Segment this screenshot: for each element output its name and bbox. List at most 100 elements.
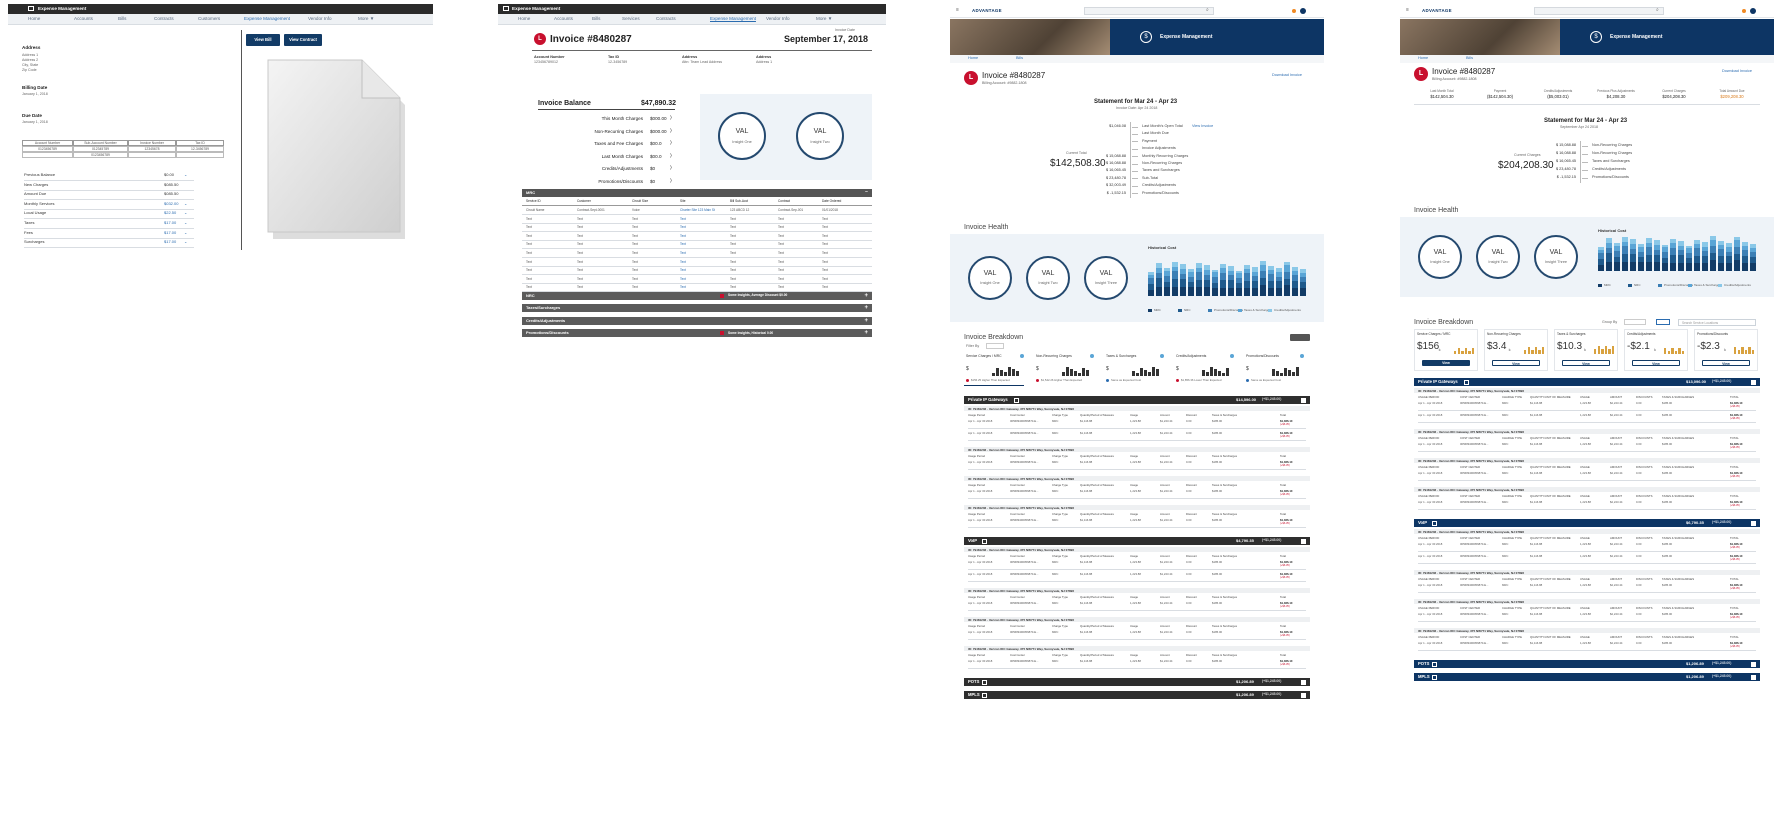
mrc-section-header[interactable]: MRC − <box>522 189 872 197</box>
line-item-cell: 1,223.88 <box>1130 489 1141 493</box>
group-toggle-icon[interactable] <box>982 692 988 698</box>
expand-plus-icon[interactable]: + <box>864 293 868 299</box>
kpi-view-button[interactable]: View <box>1632 360 1680 366</box>
group-by-select[interactable] <box>1624 319 1646 325</box>
nav-item[interactable]: Customers <box>198 16 220 21</box>
group-menu-icon[interactable] <box>1751 520 1756 526</box>
info-icon[interactable] <box>1090 354 1094 358</box>
menu-icon[interactable]: ≡ <box>1406 8 1409 13</box>
group-toggle-icon[interactable] <box>1432 520 1438 526</box>
expand-icon[interactable]: ⟩ <box>670 153 672 159</box>
info-icon[interactable] <box>1020 354 1024 358</box>
nav-item[interactable]: Bills <box>592 16 600 21</box>
nav-item[interactable]: More ▼ <box>358 16 374 21</box>
tab-bills[interactable]: Bills <box>1016 56 1023 61</box>
nav-item[interactable]: Accounts <box>554 16 573 21</box>
kpi-view-button[interactable]: View <box>1492 360 1540 366</box>
collapsed-section[interactable]: Credits/Adjustments + <box>522 316 872 325</box>
search-icon[interactable]: ⌕ <box>1206 8 1209 13</box>
kpi-view-button[interactable]: View <box>1702 360 1750 366</box>
tab-bills[interactable]: Bills <box>1466 56 1473 61</box>
collapsed-section[interactable]: Taxes/Surcharges + <box>522 304 872 313</box>
expand-icon[interactable]: ⟩ <box>670 116 672 121</box>
expand-icon[interactable]: ⟩ <box>670 166 672 171</box>
notification-icon[interactable] <box>1292 9 1296 13</box>
group-toggle-icon[interactable] <box>1432 674 1438 680</box>
column-header: TOTAL <box>1730 635 1739 639</box>
group-menu-icon[interactable] <box>1751 661 1756 667</box>
nav-item[interactable]: Expense Management <box>710 16 756 21</box>
view-contract-button[interactable]: View Contract <box>284 34 322 46</box>
nav-item[interactable]: Accounts <box>74 16 93 21</box>
search-bar[interactable] <box>1084 7 1214 15</box>
expand-plus-icon[interactable]: + <box>864 330 868 336</box>
group-menu-icon[interactable] <box>1301 692 1306 698</box>
nav-item[interactable]: Home <box>518 16 530 21</box>
column-header: Taxes & Surcharges <box>1212 595 1238 599</box>
user-avatar[interactable] <box>1750 8 1756 14</box>
filter-select[interactable] <box>986 343 1004 349</box>
filter-icon[interactable] <box>1656 319 1670 325</box>
search-field[interactable]: Search Service Locations <box>1678 319 1756 326</box>
group-menu-icon[interactable] <box>1301 397 1306 403</box>
collapse-icon[interactable]: − <box>865 190 868 195</box>
chevron-down-icon[interactable]: ⌄ <box>184 240 187 244</box>
collapsed-section[interactable]: NRC Some Insights, Average Discount $0.00… <box>522 292 872 300</box>
view-toggle[interactable] <box>1290 334 1310 341</box>
service-group-header[interactable]: VoIP $6,790.35 (+$1,245.00) <box>1414 519 1760 527</box>
info-icon[interactable] <box>1230 354 1234 358</box>
group-menu-icon[interactable] <box>1301 538 1306 544</box>
group-toggle-icon[interactable] <box>1463 379 1469 385</box>
chevron-down-icon[interactable]: ⌄ <box>184 201 187 206</box>
info-icon[interactable] <box>1300 354 1304 358</box>
nav-item[interactable]: Contracts <box>656 16 676 21</box>
group-toggle-icon[interactable] <box>1432 661 1438 667</box>
view-invoice-link[interactable]: View Invoice <box>1192 124 1213 129</box>
service-group-header[interactable]: MPLS $1,206.89 (+$1,245.00) <box>964 691 1310 699</box>
nav-item[interactable]: Home <box>28 16 40 21</box>
download-invoice-link[interactable]: Download Invoice <box>1272 73 1302 78</box>
service-group-header[interactable]: Private IP Gateways $13,096.00 (+$1,245.00… <box>1414 378 1760 386</box>
chevron-down-icon[interactable]: ⌄ <box>184 230 187 235</box>
tab-home[interactable]: Home <box>968 56 978 61</box>
service-group-header[interactable]: Private IP Gateways $14,596.00 (+$1,245.00… <box>964 396 1310 404</box>
tab-home[interactable]: Home <box>1418 56 1428 61</box>
nav-item[interactable]: Bills <box>118 16 126 21</box>
group-menu-icon[interactable] <box>1301 679 1306 685</box>
expand-icon[interactable]: ⟩ <box>670 141 672 146</box>
search-bar[interactable] <box>1534 7 1664 15</box>
chevron-down-icon[interactable]: ⌄ <box>184 173 187 177</box>
nav-item[interactable]: Vendor Info <box>308 16 332 21</box>
service-group-header[interactable]: VoIP $4,790.35 (+$1,245.00) <box>964 537 1310 545</box>
kpi-view-button[interactable]: View <box>1562 360 1610 366</box>
nav-item[interactable]: Services <box>622 16 640 21</box>
notification-icon[interactable] <box>1742 9 1746 13</box>
expand-icon[interactable]: ⟩ <box>670 178 672 184</box>
expand-plus-icon[interactable]: + <box>864 305 868 311</box>
group-menu-icon[interactable] <box>1751 674 1756 680</box>
view-bill-button[interactable]: View Bill <box>246 34 280 46</box>
line-label: Invoice Adjustments <box>1142 146 1176 151</box>
nav-item[interactable]: Expense Management <box>244 16 290 21</box>
group-toggle-icon[interactable] <box>1013 397 1019 403</box>
group-menu-icon[interactable] <box>1751 379 1756 385</box>
service-group-header[interactable]: POTS $1,206.89 (+$1,245.00) <box>964 678 1310 686</box>
expand-icon[interactable]: ⟩ <box>670 128 672 134</box>
nav-item[interactable]: Contracts <box>154 16 174 21</box>
search-icon[interactable]: ⌕ <box>1656 8 1659 13</box>
service-group-header[interactable]: POTS $1,206.89 (+$1,245.00) <box>1414 660 1760 668</box>
menu-icon[interactable]: ≡ <box>956 8 959 13</box>
info-icon[interactable] <box>1160 354 1164 358</box>
user-avatar[interactable] <box>1300 8 1306 14</box>
expand-plus-icon[interactable]: + <box>864 318 868 324</box>
kpi-view-button[interactable]: View <box>1422 360 1470 366</box>
collapsed-section[interactable]: Promotions/Discounts Some Insights, Histo… <box>522 329 872 338</box>
chevron-down-icon[interactable]: ⌄ <box>184 211 187 215</box>
download-invoice-link[interactable]: Download Invoice <box>1722 69 1752 74</box>
nav-item[interactable]: More ▼ <box>816 16 832 21</box>
chevron-down-icon[interactable]: ⌄ <box>184 221 187 225</box>
group-toggle-icon[interactable] <box>982 679 988 685</box>
nav-item[interactable]: Vendor Info <box>766 16 790 21</box>
service-group-header[interactable]: MPLS $1,206.89 (+$1,245.00) <box>1414 673 1760 681</box>
group-toggle-icon[interactable] <box>982 538 988 544</box>
